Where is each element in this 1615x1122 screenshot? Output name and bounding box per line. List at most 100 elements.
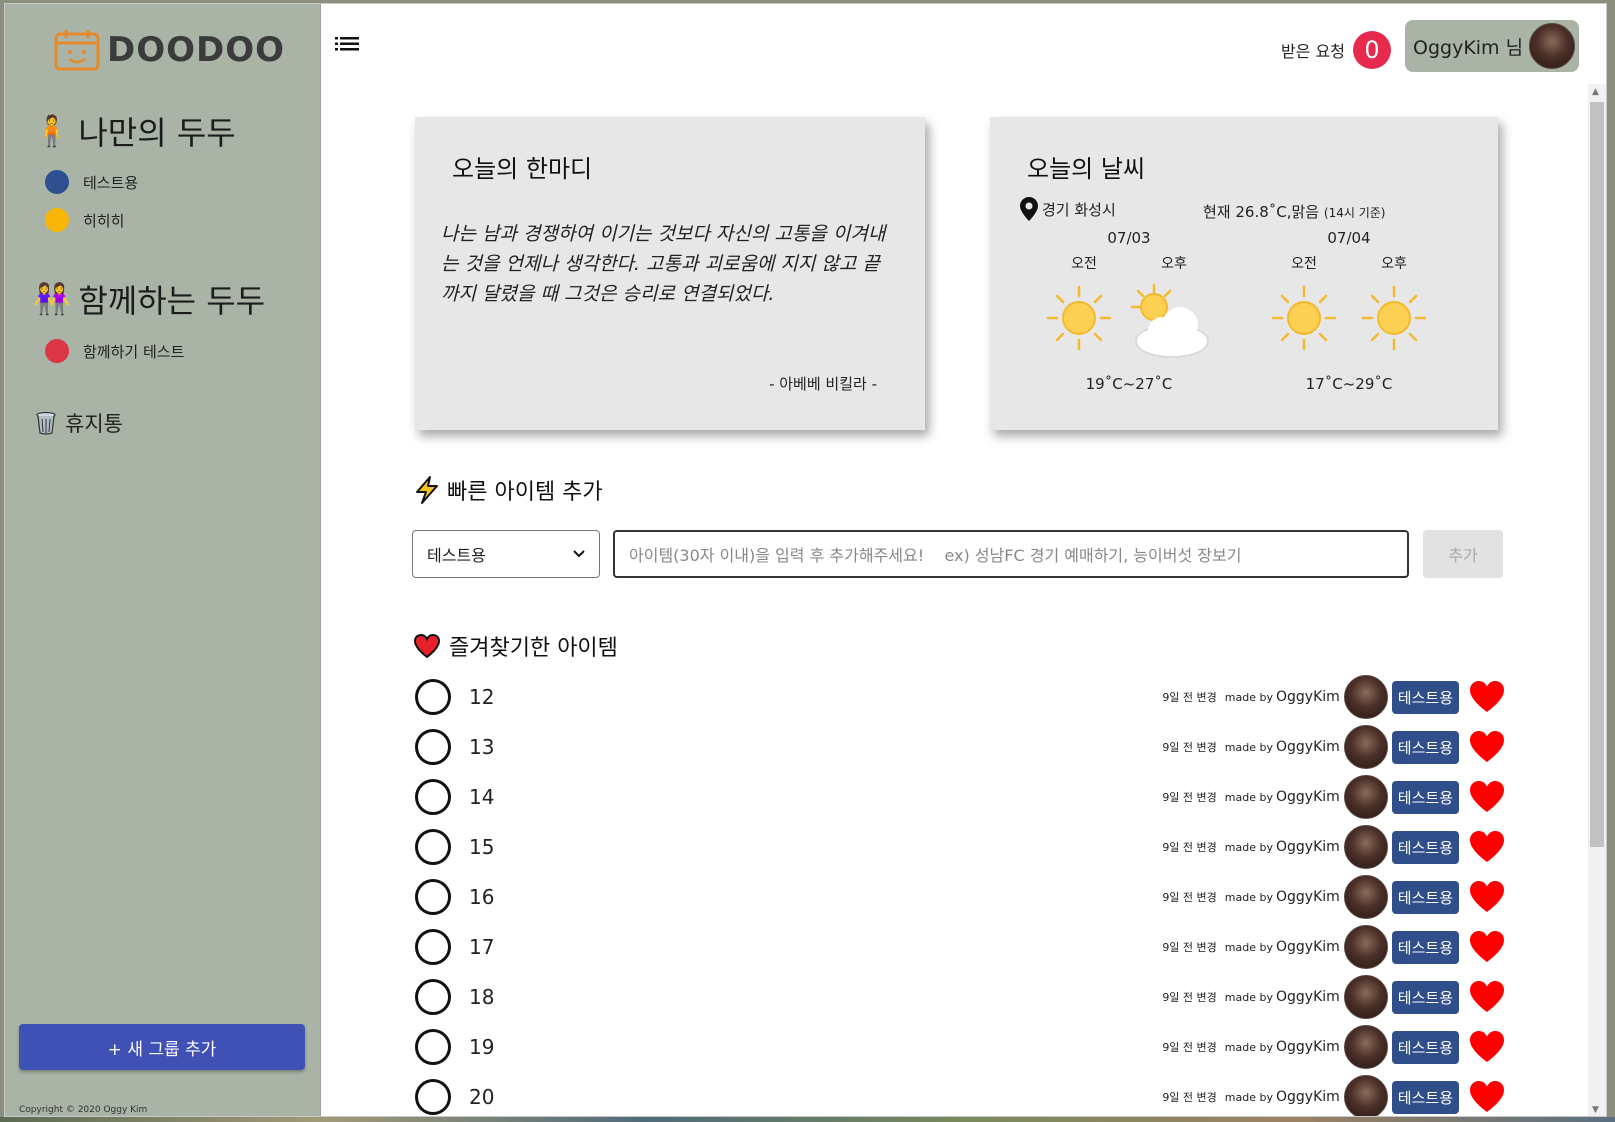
list-item: 16 9일 전 변경 made by OggyKim 테스트용 (415, 872, 1505, 922)
author-name: OggyKim (1276, 939, 1340, 955)
made-by-label: made by (1224, 790, 1273, 804)
avatar (1343, 775, 1388, 819)
partly-cloudy-icon (1130, 283, 1209, 358)
item-input-placeholder: 아이템(30자 이내)을 입력 후 추가해주세요! ex) 성남FC 경기 예매… (629, 546, 1242, 565)
complete-checkbox[interactable] (415, 729, 451, 765)
complete-checkbox[interactable] (415, 829, 451, 865)
quote-text: 나는 남과 경쟁하여 이기는 것보다 자신의 고통을 이겨내는 것을 언제나 생… (441, 223, 886, 305)
group-tag[interactable]: 테스트용 (1391, 930, 1459, 964)
scrollbar[interactable]: ▲ ▼ (1588, 84, 1606, 1116)
avatar (1343, 1075, 1388, 1116)
item-input[interactable]: 아이템(30자 이내)을 입력 후 추가해주세요! ex) 성남FC 경기 예매… (613, 530, 1409, 578)
favorite-heart-icon[interactable] (1469, 1030, 1505, 1064)
sidebar-item-label: 함께하기 테스트 (83, 342, 185, 361)
made-by-label: made by (1224, 890, 1273, 904)
list-item: 12 9일 전 변경 made by OggyKim 테스트용 (415, 672, 1505, 722)
group-tag[interactable]: 테스트용 (1391, 730, 1459, 764)
changed-time: 9일 전 변경 (1162, 891, 1217, 904)
location-pin-icon (1020, 197, 1038, 221)
item-title[interactable]: 16 (469, 885, 494, 909)
heart-icon (413, 633, 441, 659)
scroll-thumb[interactable] (1590, 102, 1604, 847)
forecast-date: 07/03 (1107, 229, 1151, 247)
favorite-heart-icon[interactable] (1469, 930, 1505, 964)
pm-label: 오후 (1381, 256, 1407, 272)
complete-checkbox[interactable] (415, 979, 451, 1015)
group-tag[interactable]: 테스트용 (1391, 780, 1459, 814)
favorites-title: 즐겨찾기한 아이템 (413, 630, 618, 662)
complete-checkbox[interactable] (415, 1079, 451, 1115)
favorite-heart-icon[interactable] (1469, 1080, 1505, 1114)
changed-time: 9일 전 변경 (1162, 841, 1217, 854)
item-title[interactable]: 19 (469, 1035, 494, 1059)
forecast-date: 07/04 (1327, 229, 1371, 247)
group-tag[interactable]: 테스트용 (1391, 1080, 1459, 1114)
user-menu[interactable]: OggyKim 님 (1405, 20, 1579, 72)
author-name: OggyKim (1276, 689, 1340, 705)
received-requests[interactable]: 받은 요청 0 (1281, 31, 1391, 69)
favorite-heart-icon[interactable] (1469, 880, 1505, 914)
forecast-temp: 19˚C~27˚C (1085, 375, 1173, 393)
item-title[interactable]: 12 (469, 685, 494, 709)
group-tag[interactable]: 테스트용 (1391, 980, 1459, 1014)
person-icon: 🧍 (33, 113, 71, 149)
favorite-heart-icon[interactable] (1469, 780, 1505, 814)
item-title[interactable]: 13 (469, 735, 494, 759)
favorite-heart-icon[interactable] (1469, 680, 1505, 714)
list-item: 13 9일 전 변경 made by OggyKim 테스트용 (415, 722, 1505, 772)
changed-time: 9일 전 변경 (1162, 1041, 1217, 1054)
chevron-down-icon (573, 550, 585, 558)
forecast-temp: 17˚C~29˚C (1305, 375, 1393, 393)
pm-label: 오후 (1161, 256, 1187, 272)
my-doodoo-title: 🧍 나만의 두두 (33, 108, 236, 154)
scroll-up-arrow-icon[interactable]: ▲ (1592, 87, 1599, 97)
made-by-label: made by (1224, 740, 1273, 754)
list-item: 14 9일 전 변경 made by OggyKim 테스트용 (415, 772, 1505, 822)
menu-toggle-icon[interactable] (335, 35, 359, 57)
scroll-down-arrow-icon[interactable]: ▼ (1592, 1105, 1599, 1115)
author-name: OggyKim (1276, 789, 1340, 805)
am-label: 오전 (1291, 256, 1317, 272)
item-title[interactable]: 18 (469, 985, 494, 1009)
avatar (1343, 825, 1388, 869)
quote-author: - 아베베 비킬라 - (769, 375, 877, 393)
favorite-heart-icon[interactable] (1469, 980, 1505, 1014)
item-title[interactable]: 14 (469, 785, 494, 809)
sidebar-item-label: 히히히 (83, 211, 125, 230)
made-by-label: made by (1224, 1090, 1273, 1104)
group-tag[interactable]: 테스트용 (1391, 1030, 1459, 1064)
group-tag[interactable]: 테스트용 (1391, 880, 1459, 914)
group-tag[interactable]: 테스트용 (1391, 830, 1459, 864)
sidebar-item-group[interactable]: 테스트용 (45, 170, 138, 194)
requests-label: 받은 요청 (1281, 42, 1345, 61)
favorite-heart-icon[interactable] (1469, 730, 1505, 764)
favorites-label: 즐겨찾기한 아이템 (449, 636, 618, 661)
sidebar-item-trash[interactable]: 휴지통 (35, 408, 123, 438)
sidebar-item-group[interactable]: 히히히 (45, 208, 124, 232)
item-title[interactable]: 17 (469, 935, 494, 959)
favorite-heart-icon[interactable] (1469, 830, 1505, 864)
add-group-button[interactable]: + 새 그룹 추가 (19, 1024, 305, 1070)
made-by-label: made by (1224, 1040, 1273, 1054)
quick-add-title: 빠른 아이템 추가 (413, 474, 603, 506)
group-tag[interactable]: 테스트용 (1391, 680, 1459, 714)
complete-checkbox[interactable] (415, 929, 451, 965)
changed-time: 9일 전 변경 (1162, 691, 1217, 704)
item-title[interactable]: 15 (469, 835, 494, 859)
made-by-label: made by (1224, 690, 1273, 704)
author-name: OggyKim (1276, 889, 1340, 905)
sun-icon (1046, 285, 1112, 351)
sidebar-item-shared-group[interactable]: 함께하기 테스트 (45, 339, 184, 363)
item-title[interactable]: 20 (469, 1085, 494, 1109)
favorites-list: 12 9일 전 변경 made by OggyKim 테스트용 13 9일 전 … (415, 672, 1505, 1116)
complete-checkbox[interactable] (415, 879, 451, 915)
group-select[interactable]: 테스트용 (412, 530, 600, 578)
complete-checkbox[interactable] (415, 1029, 451, 1065)
logo[interactable]: DOODOO (53, 28, 285, 72)
trash-label: 휴지통 (65, 412, 123, 436)
complete-checkbox[interactable] (415, 779, 451, 815)
add-item-button[interactable]: 추가 (1423, 530, 1503, 578)
changed-time: 9일 전 변경 (1162, 991, 1217, 1004)
author-name: OggyKim (1276, 1039, 1340, 1055)
complete-checkbox[interactable] (415, 679, 451, 715)
